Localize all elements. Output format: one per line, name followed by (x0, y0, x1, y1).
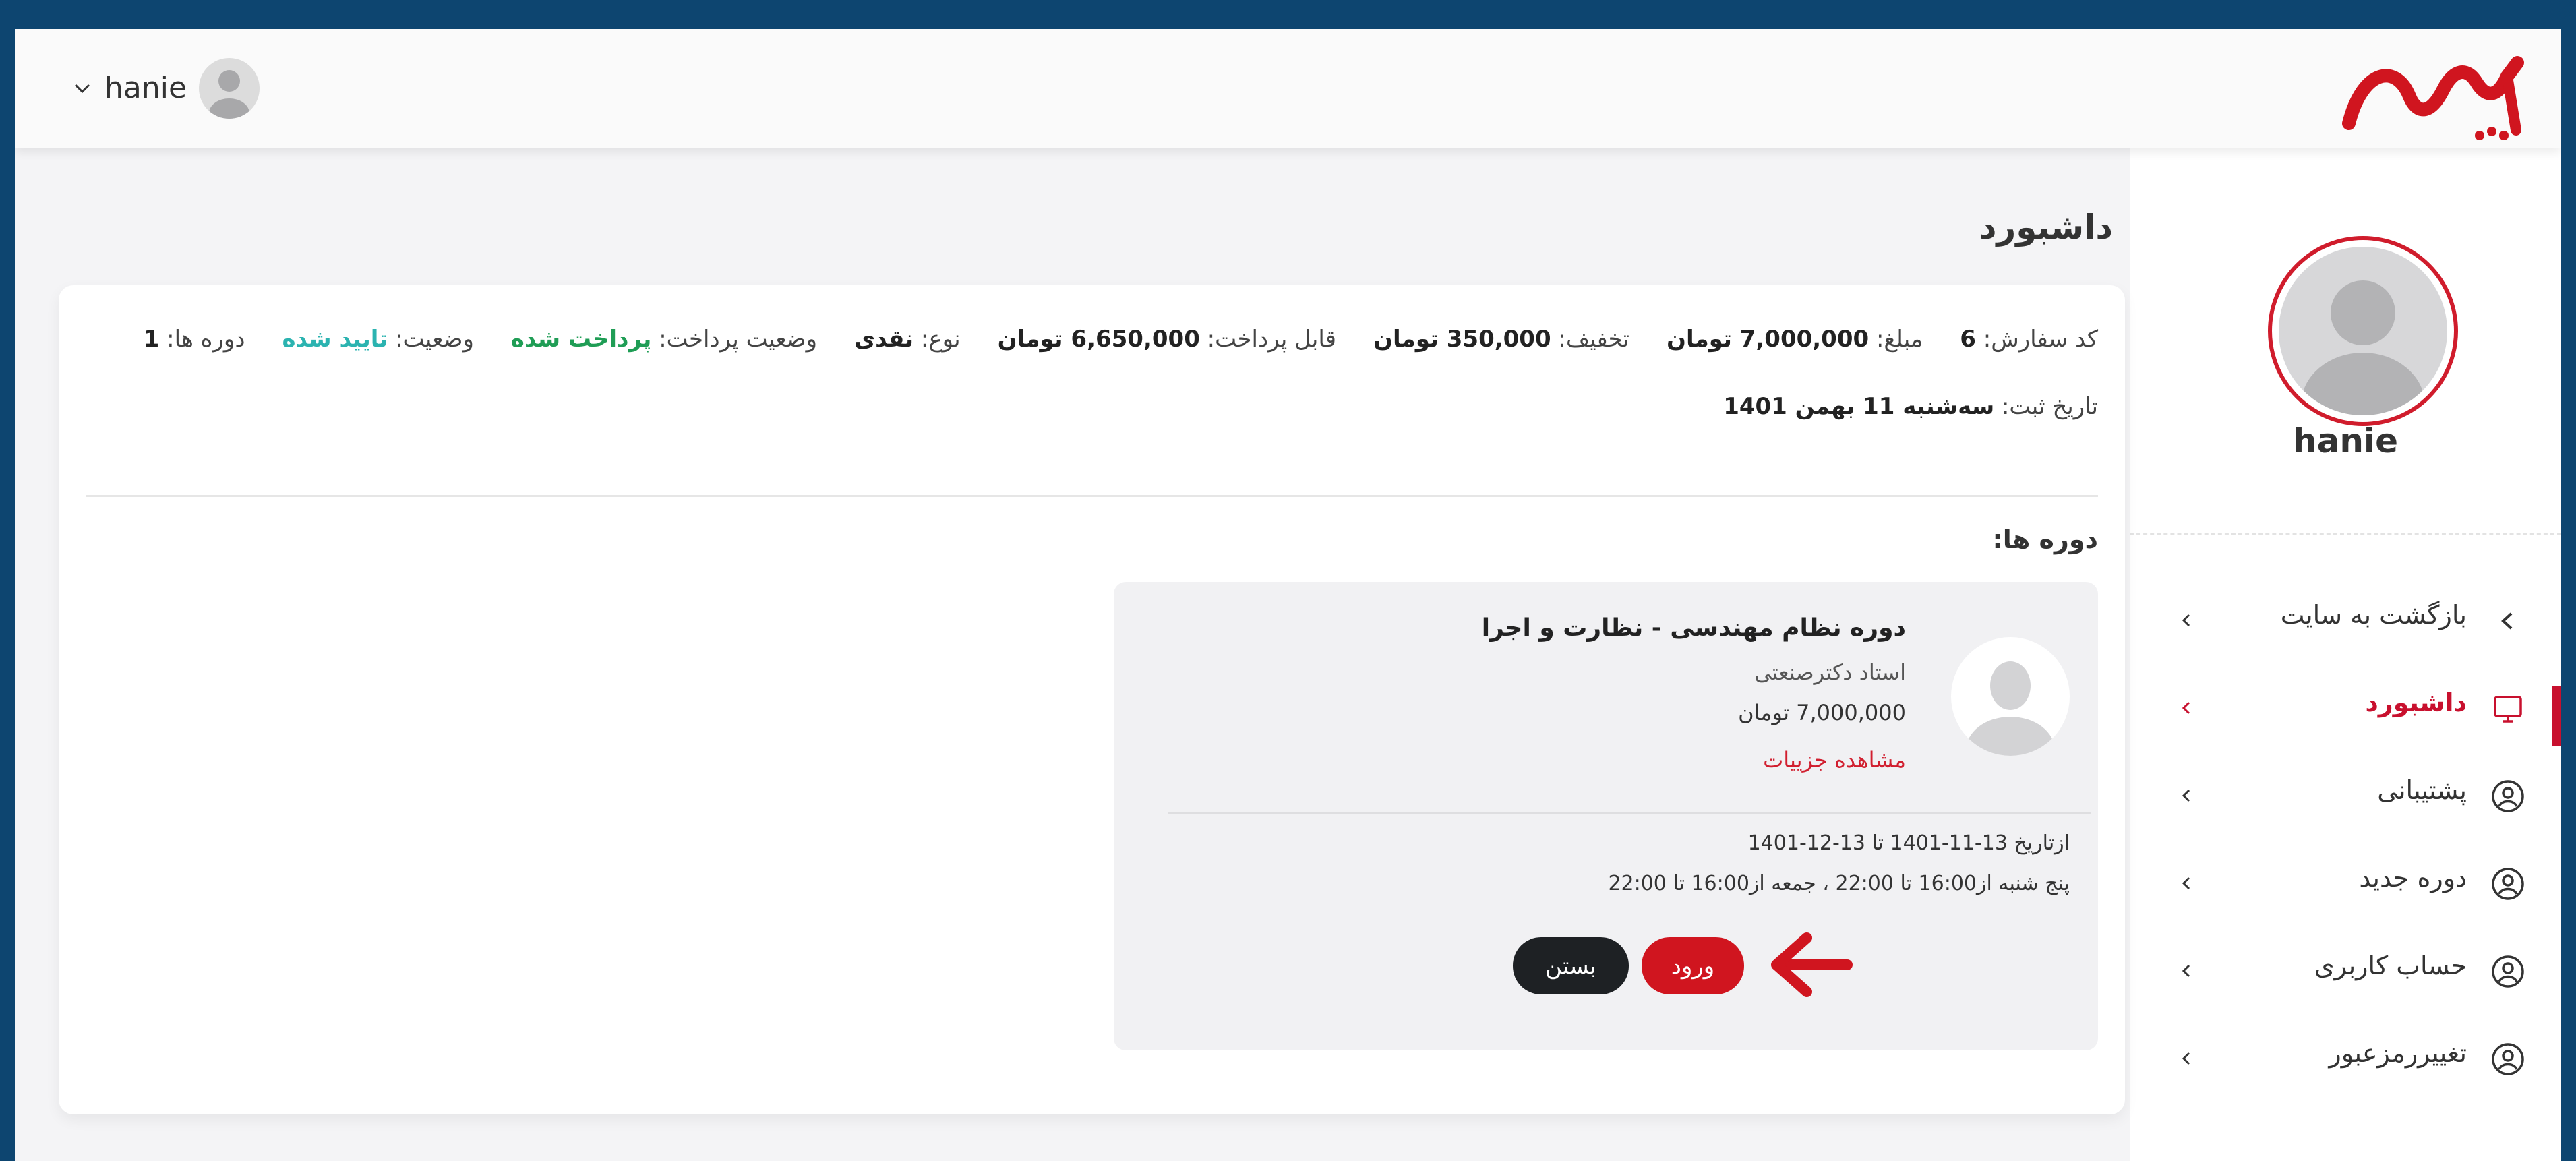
sidebar-item-label: داشبورد (2365, 688, 2467, 717)
chevron-down-icon (74, 84, 90, 93)
sidebar-item-label: پشتیبانی (2377, 775, 2467, 805)
order-status: وضعیت: تایید شده (282, 326, 474, 353)
order-discount: تخفیف: 350,000 تومان (1373, 326, 1629, 353)
order-type: نوع: نقدی (854, 326, 961, 353)
app-window: hanie hanie بازگشت به سایت داشبورد پشتیب… (15, 29, 2561, 1161)
profile-avatar (2268, 236, 2458, 426)
brand-logo[interactable] (2335, 42, 2531, 144)
sidebar-item-label: تغییررمزعبور (2329, 1038, 2467, 1068)
course-thumbnail (1951, 637, 2070, 756)
course-schedule: پنج شنبه از16:00 تا 22:00 ، جمعه از16:00… (1608, 872, 2070, 895)
sidebar-item-support[interactable]: پشتیبانی (2130, 762, 2561, 829)
chevron-left-icon (2182, 789, 2190, 802)
arrow-left-icon (1771, 932, 1853, 997)
order-summary: کد سفارش: 6 مبلغ: 7,000,000 تومان تخفیف:… (144, 326, 2098, 353)
chevron-left-icon (2182, 876, 2190, 890)
close-button[interactable]: بستن (1513, 937, 1629, 994)
page-title: داشبورد (1979, 208, 2113, 247)
user-circle-icon (2492, 955, 2524, 988)
monitor-icon (2494, 696, 2522, 723)
order-date: تاریخ ثبت: سه‌شنبه 11 بهمن 1401 (1723, 393, 2098, 420)
order-payment-status: وضعیت پرداخت: پرداخت شده (510, 326, 818, 353)
order-card: کد سفارش: 6 مبلغ: 7,000,000 تومان تخفیف:… (59, 285, 2125, 1114)
sidebar-item-account[interactable]: حساب کاربری (2130, 937, 2561, 1005)
course-card: دوره نظام مهندسی - نظارت و اجرا استاد دک… (1114, 582, 2098, 1050)
sidebar-item-dashboard[interactable]: داشبورد (2130, 674, 2561, 746)
order-courses-count: دوره ها: 1 (143, 326, 245, 353)
user-circle-icon (2492, 780, 2524, 812)
sidebar-item-new-course[interactable]: دوره جدید (2130, 850, 2561, 917)
chevron-left-icon (2501, 612, 2513, 630)
chevron-left-icon (2182, 614, 2190, 627)
course-teacher: استاد دکترصنعتی (1754, 659, 1906, 685)
sidebar: hanie بازگشت به سایت داشبورد پشتیبانی دو… (2130, 148, 2561, 1161)
order-amount: مبلغ: 7,000,000 تومان (1666, 326, 1923, 353)
courses-heading: دوره ها: (1992, 525, 2098, 554)
chevron-left-icon (2182, 964, 2190, 978)
sidebar-item-label: بازگشت به سایت (2280, 600, 2467, 630)
active-indicator (2552, 686, 2561, 746)
course-price: 7,000,000 تومان (1738, 700, 1906, 725)
user-circle-icon (2492, 1043, 2524, 1075)
user-menu[interactable]: hanie (72, 56, 260, 120)
order-payable: قابل پرداخت: 6,650,000 تومان (997, 326, 1336, 353)
course-details-link[interactable]: مشاهده جزییات (1763, 747, 1906, 773)
top-header: hanie (15, 29, 2561, 148)
divider (86, 495, 2098, 497)
enter-button[interactable]: ورود (1642, 937, 1744, 994)
sidebar-item-label: دوره جدید (2359, 863, 2467, 893)
header-username: hanie (104, 71, 187, 105)
chevron-left-icon (2182, 701, 2190, 715)
profile-name: hanie (2293, 421, 2398, 460)
course-title: دوره نظام مهندسی - نظارت و اجرا (1481, 614, 1906, 642)
sidebar-item-label: حساب کاربری (2314, 951, 2467, 980)
sidebar-item-back-to-site[interactable]: بازگشت به سایت (2130, 587, 2561, 654)
sidebar-item-change-password[interactable]: تغییررمزعبور (2130, 1025, 2561, 1092)
course-date-range: ازتاریخ 13-11-1401 تا 13-12-1401 (1747, 831, 2070, 855)
user-circle-icon (2492, 868, 2524, 900)
order-code: کد سفارش: 6 (1960, 326, 2098, 353)
divider (1168, 812, 2091, 814)
chevron-left-icon (2182, 1052, 2190, 1065)
avatar (199, 57, 260, 119)
sidebar-divider (2130, 533, 2561, 535)
